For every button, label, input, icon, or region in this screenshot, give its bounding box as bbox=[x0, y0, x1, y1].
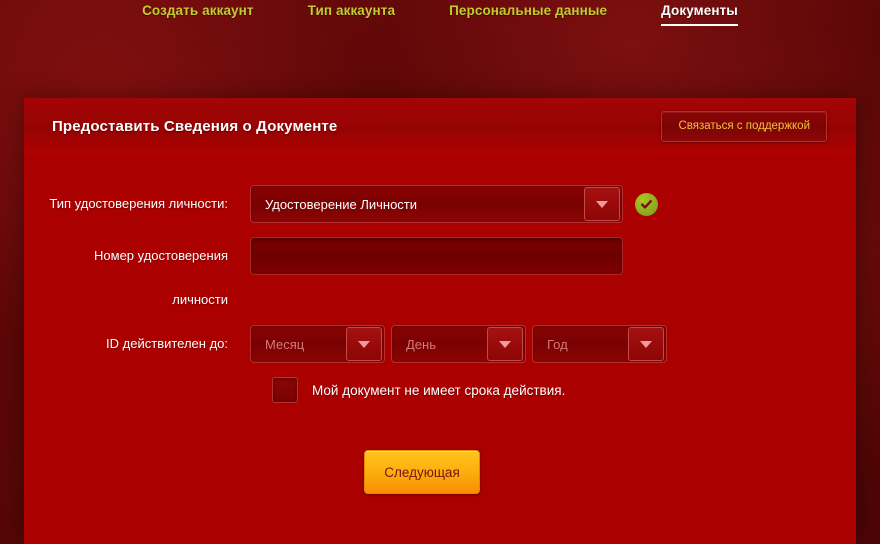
expiry-date-label: ID действителен до: bbox=[106, 336, 228, 351]
id-number-label-line1: Номер удостоверения bbox=[94, 248, 228, 263]
expiry-day-value: День bbox=[406, 336, 436, 352]
id-number-label-line2: личности bbox=[172, 292, 228, 307]
id-type-selected-value: Удостоверение Личности bbox=[265, 196, 418, 212]
expiry-year-select[interactable]: Год bbox=[532, 325, 667, 363]
no-expiry-row: Мой документ не имеет срока действия. bbox=[272, 377, 856, 403]
card-header: Предоставить Сведения о Документе Связат… bbox=[24, 98, 856, 155]
contact-support-button[interactable]: Связаться с поддержкой bbox=[661, 111, 827, 142]
nav-tab-documents[interactable]: Документы bbox=[661, 3, 738, 26]
id-number-row: Номер удостоверения личности bbox=[24, 237, 856, 311]
id-type-control-area: Удостоверение Личности bbox=[250, 185, 658, 223]
next-button[interactable]: Следующая bbox=[364, 450, 480, 494]
id-number-input[interactable] bbox=[250, 237, 623, 275]
chevron-down-icon[interactable] bbox=[487, 327, 523, 361]
id-number-label: Номер удостоверения личности bbox=[24, 237, 250, 311]
card-body: Тип удостоверения личности: Удостоверени… bbox=[24, 155, 856, 544]
expiry-date-row: ID действителен до: Месяц День Год bbox=[24, 325, 856, 363]
document-details-card: Предоставить Сведения о Документе Связат… bbox=[24, 98, 856, 544]
chevron-down-icon[interactable] bbox=[628, 327, 664, 361]
page-title: Предоставить Сведения о Документе bbox=[52, 118, 338, 135]
expiry-day-select[interactable]: День bbox=[391, 325, 526, 363]
chevron-down-icon[interactable] bbox=[346, 327, 382, 361]
chevron-down-icon[interactable] bbox=[584, 187, 620, 221]
id-type-label: Тип удостоверения личности: bbox=[49, 196, 228, 211]
nav-tab-personal-data[interactable]: Персональные данные bbox=[449, 3, 607, 24]
submit-row: Следующая bbox=[24, 450, 856, 494]
nav-tab-create-account[interactable]: Создать аккаунт bbox=[142, 3, 254, 24]
expiry-date-control-area: Месяц День Год bbox=[250, 325, 667, 363]
nav-tab-account-type[interactable]: Тип аккаунта bbox=[308, 3, 395, 24]
id-type-select[interactable]: Удостоверение Личности bbox=[250, 185, 623, 223]
expiry-year-value: Год bbox=[547, 336, 568, 352]
id-number-control-area bbox=[250, 237, 623, 275]
no-expiry-label: Мой документ не имеет срока действия. bbox=[312, 382, 566, 398]
wizard-step-nav: Создать аккаунт Тип аккаунта Персональны… bbox=[0, 0, 880, 36]
check-circle-icon bbox=[635, 192, 658, 216]
expiry-month-select[interactable]: Месяц bbox=[250, 325, 385, 363]
no-expiry-checkbox[interactable] bbox=[272, 377, 298, 403]
expiry-month-value: Месяц bbox=[265, 336, 305, 352]
id-type-row: Тип удостоверения личности: Удостоверени… bbox=[24, 185, 856, 223]
